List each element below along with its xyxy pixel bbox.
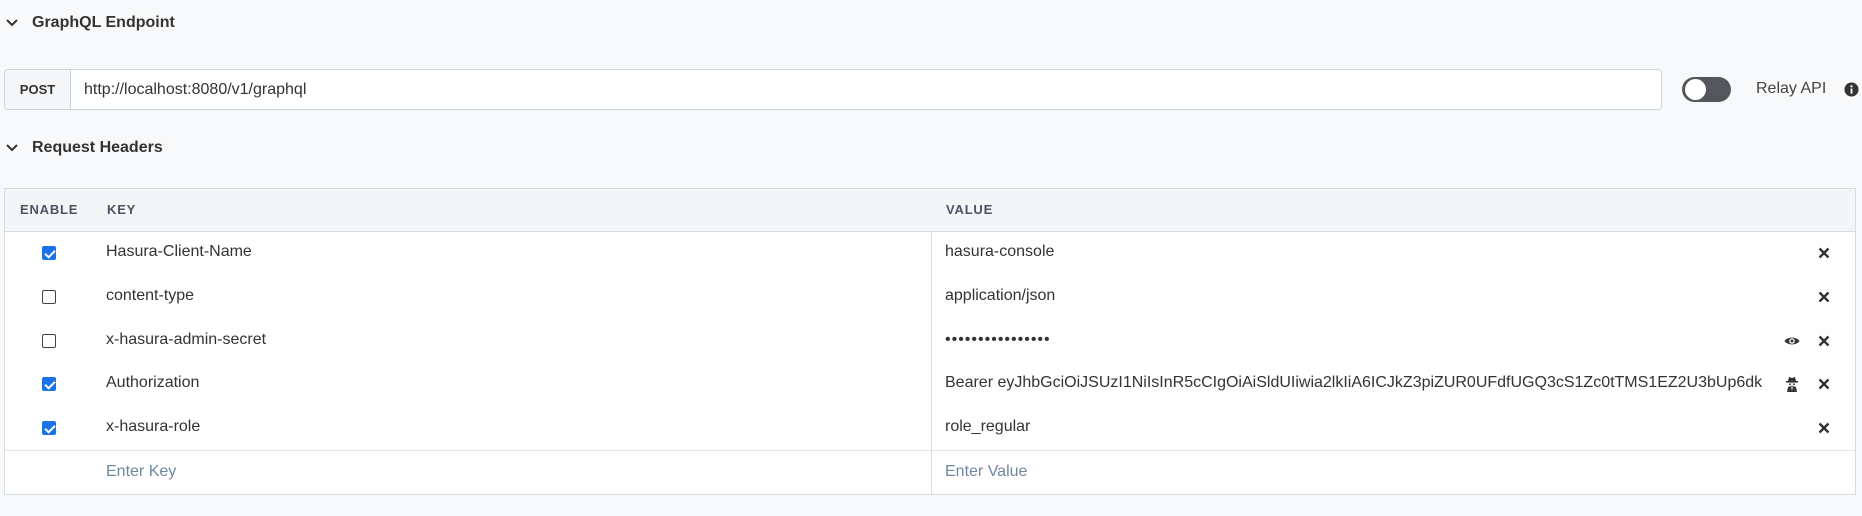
endpoint-url-input[interactable] bbox=[70, 69, 1662, 110]
table-row: x-hasura-admin-secret •••••••••••••••• bbox=[5, 319, 1855, 363]
toggle-knob bbox=[1685, 79, 1706, 100]
request-headers-table: ENABLE KEY VALUE Hasura-Client-Name hasu… bbox=[4, 188, 1856, 495]
spy-icon[interactable] bbox=[1784, 376, 1800, 392]
chevron-down-icon bbox=[6, 144, 18, 152]
table-row: Authorization Bearer eyJhbGciOiJSUzI1NiI… bbox=[5, 362, 1855, 406]
enable-checkbox[interactable] bbox=[42, 421, 56, 435]
section-title: GraphQL Endpoint bbox=[32, 14, 175, 31]
column-header-value: VALUE bbox=[946, 202, 994, 217]
header-value[interactable]: hasura-console bbox=[945, 243, 1054, 261]
eye-icon[interactable] bbox=[1784, 333, 1800, 349]
relay-api-toggle[interactable] bbox=[1682, 77, 1731, 102]
header-value[interactable]: application/json bbox=[945, 287, 1055, 305]
new-header-row: Enter Key Enter Value bbox=[5, 450, 1855, 495]
enable-checkbox[interactable] bbox=[42, 246, 56, 260]
column-header-key: KEY bbox=[107, 202, 137, 217]
table-row: content-type application/json bbox=[5, 275, 1855, 319]
graphql-endpoint-section-header[interactable]: GraphQL Endpoint bbox=[4, 14, 175, 32]
close-icon[interactable] bbox=[1816, 289, 1832, 305]
new-key-input[interactable]: Enter Key bbox=[106, 463, 176, 481]
request-headers-section-header[interactable]: Request Headers bbox=[4, 139, 163, 157]
header-value[interactable]: Bearer eyJhbGciOiJSUzI1NiIsInR5cCIgOiAiS… bbox=[945, 374, 1762, 392]
section-title: Request Headers bbox=[32, 139, 163, 156]
enable-checkbox[interactable] bbox=[42, 377, 56, 391]
header-key[interactable]: content-type bbox=[106, 287, 194, 305]
endpoint-bar: POST bbox=[4, 69, 1662, 110]
info-icon[interactable] bbox=[1844, 82, 1859, 97]
table-row: Hasura-Client-Name hasura-console bbox=[5, 231, 1855, 275]
header-key[interactable]: x-hasura-admin-secret bbox=[106, 331, 266, 349]
close-icon[interactable] bbox=[1816, 333, 1832, 349]
header-key[interactable]: Hasura-Client-Name bbox=[106, 243, 252, 261]
close-icon[interactable] bbox=[1816, 420, 1832, 436]
header-key[interactable]: x-hasura-role bbox=[106, 418, 200, 436]
close-icon[interactable] bbox=[1816, 245, 1832, 261]
enable-checkbox[interactable] bbox=[42, 290, 56, 304]
chevron-down-icon bbox=[6, 19, 18, 27]
column-header-enable: ENABLE bbox=[20, 202, 79, 217]
new-value-input[interactable]: Enter Value bbox=[945, 463, 1027, 481]
http-method-label: POST bbox=[4, 69, 70, 110]
close-icon[interactable] bbox=[1816, 376, 1832, 392]
header-value-masked[interactable]: •••••••••••••••• bbox=[945, 331, 1051, 349]
relay-api-label: Relay API bbox=[1756, 80, 1827, 97]
header-key[interactable]: Authorization bbox=[106, 374, 199, 392]
table-row: x-hasura-role role_regular bbox=[5, 406, 1855, 450]
header-value[interactable]: role_regular bbox=[945, 418, 1030, 436]
enable-checkbox[interactable] bbox=[42, 334, 56, 348]
table-header: ENABLE KEY VALUE bbox=[5, 189, 1855, 232]
